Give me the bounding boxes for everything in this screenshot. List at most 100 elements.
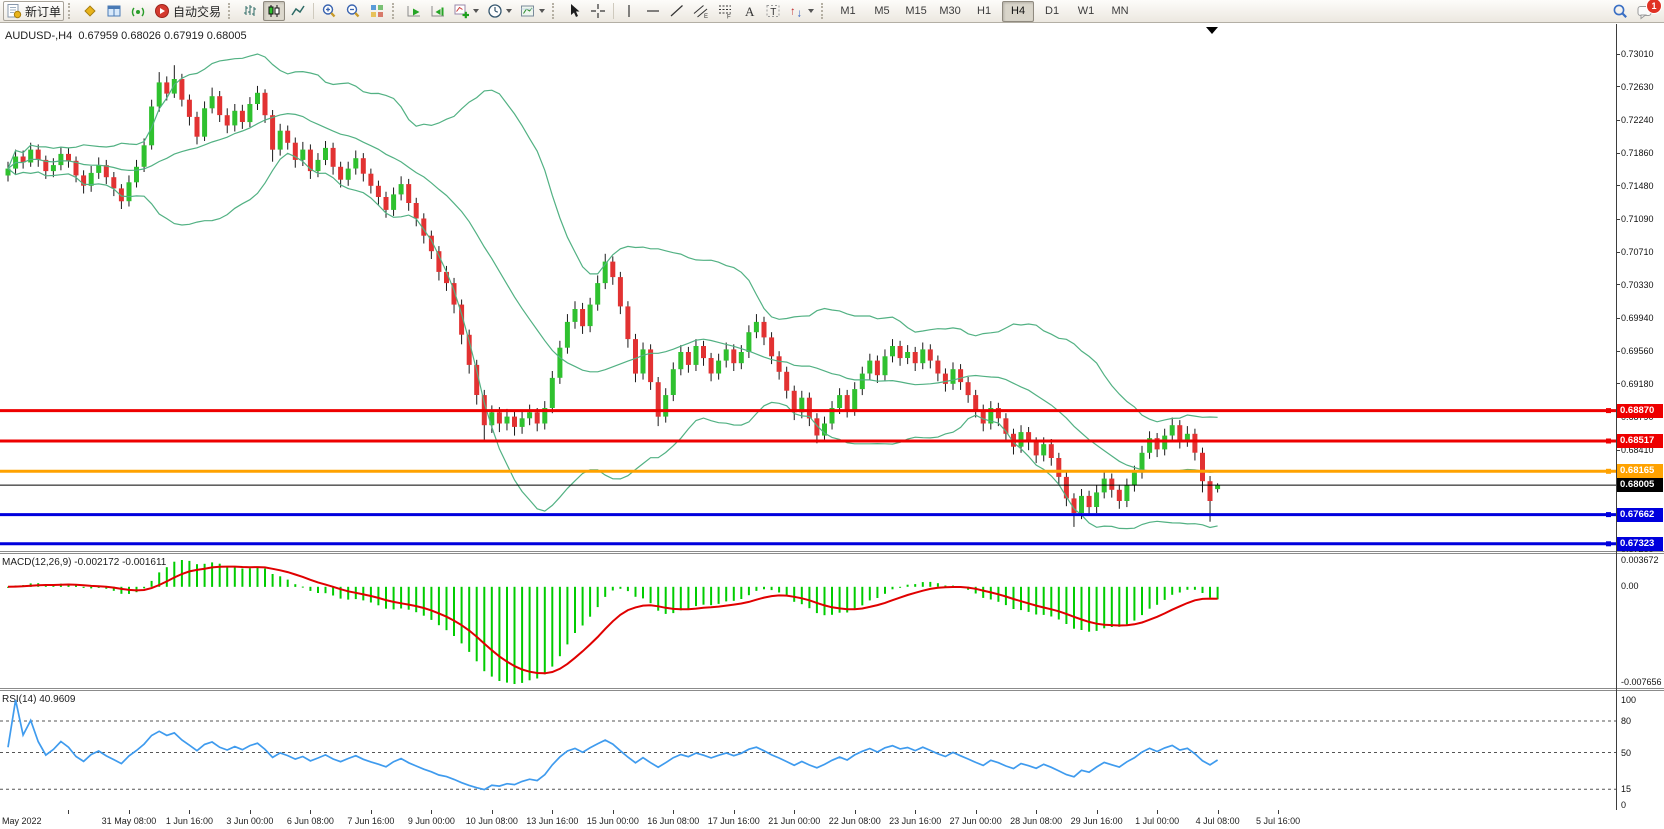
time-axis-label: 29 Jun 16:00 [1071, 816, 1123, 826]
templates-button[interactable] [517, 1, 548, 21]
chevron-down-icon [506, 9, 512, 13]
line-handle [1606, 469, 1611, 474]
svg-text:A: A [745, 4, 755, 19]
time-tick-mark [976, 810, 977, 814]
text-tool-button[interactable]: A [738, 1, 760, 21]
fibonacci-icon: F [717, 3, 733, 19]
horizontal-line-icon [645, 3, 661, 19]
market-watch-button[interactable] [79, 1, 101, 21]
fibonacci-tool-button[interactable]: F [714, 1, 736, 21]
price-tick-label: 0.71480 [1621, 181, 1664, 192]
price-tick-label: 0.71090 [1621, 214, 1664, 225]
zoom-out-button[interactable] [342, 1, 364, 21]
price-tick-mark [1616, 318, 1620, 319]
time-tick-mark [552, 810, 553, 814]
template-icon [520, 3, 536, 19]
crosshair-button[interactable] [587, 1, 609, 21]
new-order-icon [6, 3, 22, 19]
time-tick-mark [794, 810, 795, 814]
price-tick-mark [1616, 54, 1620, 55]
time-tick-mark [1218, 810, 1219, 814]
price-tick-label: 0.70330 [1621, 280, 1664, 291]
new-order-label: 新订单 [25, 3, 61, 20]
tab-timeframe-M15[interactable]: M15 [900, 1, 932, 22]
price-tick-label: 0.72630 [1621, 82, 1664, 93]
time-axis-label: 1 Jun 16:00 [166, 816, 213, 826]
notification-count-badge: 1 [1646, 0, 1662, 14]
arrows-tool-button[interactable]: ↑↓ [786, 1, 817, 21]
tab-timeframe-MN[interactable]: MN [1104, 1, 1136, 22]
vertical-line-tool-button[interactable] [618, 1, 640, 21]
chart-shift-button[interactable] [427, 1, 449, 21]
line-chart-icon [290, 3, 306, 19]
time-tick-mark [855, 810, 856, 814]
time-axis-label: 17 Jun 16:00 [708, 816, 760, 826]
vertical-line-icon [621, 3, 637, 19]
time-tick-mark [1278, 810, 1279, 814]
price-tick-label: 0.69940 [1621, 313, 1664, 324]
clock-icon [487, 3, 503, 19]
tab-timeframe-M30[interactable]: M30 [934, 1, 966, 22]
time-axis-label: 21 Jun 00:00 [768, 816, 820, 826]
time-tick-mark [431, 810, 432, 814]
chart-shift-marker [1206, 27, 1218, 34]
periods-button[interactable] [484, 1, 515, 21]
tab-timeframe-D1[interactable]: D1 [1036, 1, 1068, 22]
chevron-down-icon [808, 9, 814, 13]
navigator-button[interactable] [127, 1, 149, 21]
autotrading-label: 自动交易 [173, 3, 221, 20]
toolbar-right-group: 1 [1608, 1, 1658, 21]
notifications-button[interactable]: 1 [1634, 1, 1657, 21]
channel-tool-button[interactable]: E [690, 1, 712, 21]
tile-windows-button[interactable] [366, 1, 388, 21]
time-axis-label: 13 Jun 16:00 [526, 816, 578, 826]
new-order-button[interactable]: 新订单 [3, 1, 64, 21]
rsi-axis-label: 80 [1621, 716, 1664, 727]
price-badge: 0.68870 [1617, 404, 1663, 418]
tab-timeframe-H4[interactable]: H4 [1002, 1, 1034, 22]
main-chart-surface[interactable] [0, 24, 1664, 551]
time-axis-label: 10 Jun 08:00 [466, 816, 518, 826]
search-button[interactable] [1609, 1, 1632, 21]
rsi-line [8, 700, 1218, 790]
tab-timeframe-M5[interactable]: M5 [866, 1, 898, 22]
text-label-tool-button[interactable]: T [762, 1, 784, 21]
main-toolbar: 新订单 自动交易 [0, 0, 1664, 23]
line-chart-button[interactable] [287, 1, 309, 21]
price-badge: 0.68517 [1617, 434, 1663, 448]
time-axis-label: 5 Jul 16:00 [1256, 816, 1300, 826]
tab-timeframe-H1[interactable]: H1 [968, 1, 1000, 22]
tile-windows-icon [369, 3, 385, 19]
tab-timeframe-W1[interactable]: W1 [1070, 1, 1102, 22]
bar-chart-button[interactable] [239, 1, 261, 21]
trendline-icon [669, 3, 685, 19]
zoom-in-button[interactable] [318, 1, 340, 21]
line-handle [1606, 408, 1611, 413]
autotrading-button[interactable]: 自动交易 [151, 1, 224, 21]
rsi-axis-label: 100 [1621, 695, 1664, 706]
macd-axis-label: 0.003672 [1621, 555, 1664, 566]
tab-timeframe-M1[interactable]: M1 [832, 1, 864, 22]
svg-text:↓: ↓ [797, 8, 803, 20]
auto-scroll-button[interactable] [403, 1, 425, 21]
cursor-button[interactable] [563, 1, 585, 21]
horizontal-line-tool-button[interactable] [642, 1, 664, 21]
candlestick-chart-button[interactable] [263, 1, 285, 21]
price-tick-mark [1616, 120, 1620, 121]
data-window-button[interactable] [103, 1, 125, 21]
indicators-button[interactable] [451, 1, 482, 21]
crosshair-icon [590, 3, 606, 19]
text-label-icon: T [765, 3, 781, 19]
toolbar-separator [613, 3, 614, 19]
candlestick-chart-icon [266, 3, 282, 19]
macd-panel-surface[interactable] [0, 554, 1664, 688]
trendline-tool-button[interactable] [666, 1, 688, 21]
time-tick-mark [915, 810, 916, 814]
rsi-panel-surface[interactable] [0, 691, 1664, 810]
indicators-icon [454, 3, 470, 19]
time-tick-mark [68, 810, 69, 814]
toolbar-grip [552, 3, 559, 19]
equidistant-channel-icon: E [693, 3, 709, 19]
macd-axis-label: 0.00 [1621, 581, 1664, 592]
time-tick-mark [371, 810, 372, 814]
